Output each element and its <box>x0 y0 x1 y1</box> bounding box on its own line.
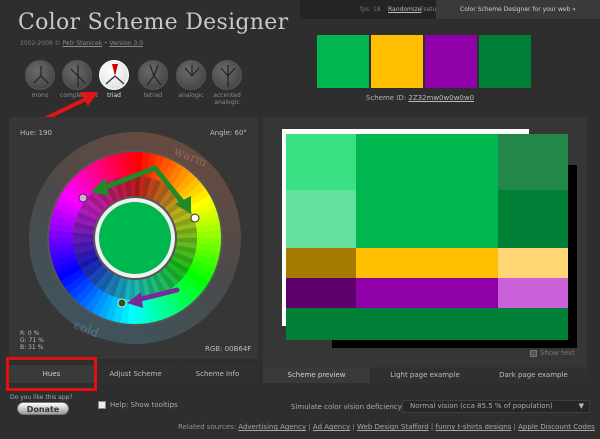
scheme-id: Scheme ID: 2Z32mw0w0w0w0 <box>300 94 540 102</box>
donate-question: Do you like this app? <box>10 394 73 401</box>
g-value: G: 71 % <box>20 337 44 344</box>
show-text-checkbox[interactable] <box>530 349 537 357</box>
preview-secondary <box>356 248 498 278</box>
preview-primary <box>356 134 498 248</box>
donate-button[interactable]: Donate <box>17 402 69 415</box>
preview-primary-light <box>286 134 356 190</box>
primary-hue-marker[interactable] <box>117 298 127 308</box>
randomize-link[interactable]: Randomize <box>388 6 421 13</box>
scheme-swatches <box>317 35 531 88</box>
related-link[interactable]: funny t-shirts designs <box>436 423 512 431</box>
tab-scheme-preview[interactable]: Scheme preview <box>263 367 370 383</box>
preview-secondary-light <box>498 248 568 278</box>
preview-primary-lighter <box>286 190 356 248</box>
tab-light-page[interactable]: Light page example <box>371 367 479 383</box>
right-tabs: Scheme preview Light page example Dark p… <box>263 367 587 383</box>
help-toggle[interactable]: Help: Show tooltips <box>98 401 178 409</box>
chevron-down-icon: ▼ <box>578 402 584 410</box>
hues-highlight-box <box>6 357 97 391</box>
preview-tertiary-light <box>498 278 568 308</box>
scheme-preview <box>286 134 568 340</box>
app-subtitle: 2002-2009 © Petr Stanicek • Version 3.0 <box>20 40 143 47</box>
related-link[interactable]: Apple Discount Codes <box>518 423 595 431</box>
tetrad-icon <box>138 60 168 90</box>
web-designer-tab[interactable]: Color Scheme Designer for your web » <box>436 0 600 19</box>
r-value: R: 0 % <box>20 330 40 337</box>
preview-tertiary-dark <box>286 278 356 308</box>
mode-complement[interactable]: complement <box>60 60 98 99</box>
simulation-label: Simulate color vision deficiency: <box>291 403 404 411</box>
center-swatch <box>99 202 171 274</box>
preview-footer <box>286 308 568 340</box>
mode-label: mono <box>31 92 49 99</box>
b-value: B: 31 % <box>20 344 44 351</box>
rgb-readout: RGB: 00B64F <box>205 345 251 353</box>
fps-counter: fps: 18 <box>360 6 381 13</box>
rgb-percent: R: 0 % G: 71 % B: 31 % <box>20 330 44 351</box>
simulation-select[interactable]: Normal vision (cca 85.5 % of population)… <box>402 400 590 413</box>
rgb-label: RGB: <box>205 345 223 353</box>
tab-dark-page[interactable]: Dark page example <box>480 367 587 383</box>
copyright-text: 2002-2009 © <box>20 40 63 47</box>
related-link[interactable]: Ad Agency <box>313 423 350 431</box>
tertiary-hue-marker[interactable] <box>78 193 88 203</box>
related-link[interactable]: Web Design Stafford <box>357 423 429 431</box>
scheme-id-label: Scheme ID: <box>365 94 407 102</box>
swatch-primary[interactable] <box>317 35 369 88</box>
related-label: Related sources: <box>178 423 237 431</box>
mode-accented-analogic[interactable]: accented analogic <box>210 60 244 106</box>
complement-icon <box>62 60 92 90</box>
show-text-label: Show text <box>540 349 575 357</box>
preview-primary-dark <box>498 190 568 248</box>
mono-icon <box>25 60 55 90</box>
related-link[interactable]: Advertising Agency <box>238 423 306 431</box>
tab-adjust-scheme[interactable]: Adjust Scheme <box>95 365 176 383</box>
simulation-value: Normal vision (cca 85.5 % of population) <box>410 402 553 410</box>
app-title: Color Scheme Designer <box>18 10 289 35</box>
mode-label: analogic <box>178 92 204 99</box>
version-link[interactable]: Version 3.0 <box>110 40 144 47</box>
subtitle-separator: • <box>102 40 110 47</box>
preview-tertiary <box>356 278 498 308</box>
mode-label: complement <box>60 92 98 99</box>
help-label: Help: Show tooltips <box>110 401 178 409</box>
tab-scheme-info[interactable]: Scheme Info <box>177 365 258 383</box>
secondary-hue-marker[interactable] <box>190 213 200 223</box>
swatch-secondary[interactable] <box>371 35 423 88</box>
mode-label: triad <box>107 92 121 99</box>
mode-triad[interactable]: triad <box>97 60 131 99</box>
rgb-value: 00B64F <box>224 345 252 353</box>
mode-mono[interactable]: mono <box>23 60 57 99</box>
swatch-tertiary[interactable] <box>425 35 477 88</box>
color-wheel[interactable]: warm cold <box>25 128 245 348</box>
analogic-icon <box>176 60 206 90</box>
accented-analogic-icon <box>212 60 242 90</box>
mode-label: tetrad <box>143 92 163 99</box>
scheme-id-link[interactable]: 2Z32mw0w0w0w0 <box>408 94 474 102</box>
mode-label: accented analogic <box>213 92 241 106</box>
preview-primary-mid <box>498 134 568 190</box>
preview-secondary-dark <box>286 248 356 278</box>
triad-icon <box>99 60 129 90</box>
related-sources: Related sources: Advertising Agency | Ad… <box>178 423 595 431</box>
mode-tetrad[interactable]: tetrad <box>136 60 170 99</box>
help-checkbox[interactable] <box>98 401 106 409</box>
swatch-dark[interactable] <box>479 35 531 88</box>
show-text-toggle[interactable]: Show text <box>530 349 575 357</box>
author-link[interactable]: Petr Stanicek <box>63 40 103 47</box>
mode-analogic[interactable]: analogic <box>174 60 208 99</box>
